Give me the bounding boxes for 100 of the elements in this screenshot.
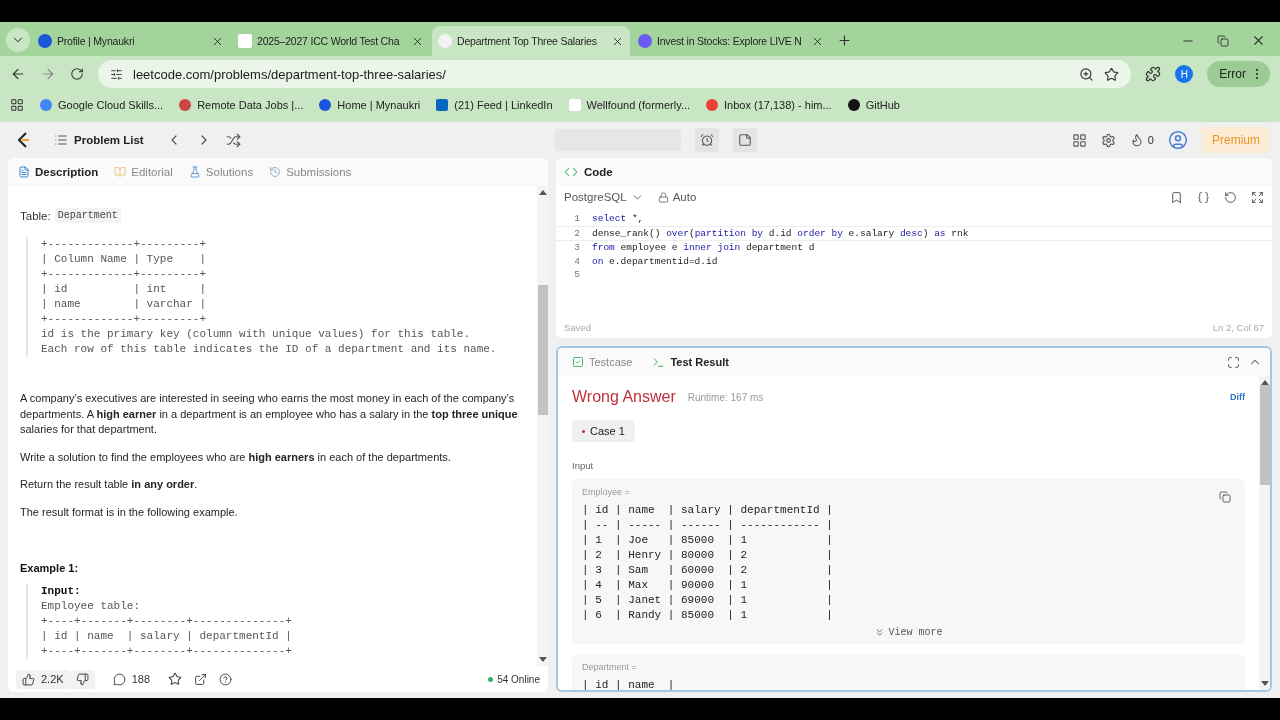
case-tab[interactable]: Case 1	[572, 420, 635, 442]
example-line: Employee table:	[41, 599, 142, 614]
alarm-clock-icon	[700, 133, 715, 147]
copy-icon[interactable]	[1219, 491, 1231, 503]
puzzle-icon[interactable]	[1145, 66, 1162, 82]
settings-icon[interactable]	[1100, 132, 1116, 148]
favicon-icon	[847, 99, 860, 111]
favicon-icon	[40, 99, 52, 111]
auto-mode-label[interactable]: Auto	[657, 191, 697, 203]
star-icon[interactable]	[168, 672, 182, 686]
history-icon	[269, 166, 282, 178]
bookmark-link[interactable]: Google Cloud Skills...	[40, 99, 164, 111]
view-more-button[interactable]: View more	[874, 623, 943, 638]
example-line: | id | name | salary | departmentId |	[41, 629, 293, 644]
bookmark-icon[interactable]	[1170, 190, 1183, 204]
browser-tab[interactable]: 2025–2027 ICC World Test Cha	[232, 26, 430, 56]
browser-tab[interactable]: Invest in Stocks: Explore LIVE N	[632, 26, 830, 56]
user-avatar-icon[interactable]	[1167, 130, 1188, 150]
flame-icon	[1129, 133, 1144, 147]
timer-button[interactable]	[695, 128, 720, 152]
comments-button[interactable]: 188	[106, 669, 156, 689]
document-icon	[18, 166, 30, 178]
layout-icon[interactable]	[1071, 132, 1087, 148]
bookmark-link[interactable]: GitHub	[847, 99, 900, 111]
panel-title: Code	[584, 166, 613, 178]
code-icon	[564, 165, 578, 179]
bookmark-link[interactable]: Home | Mynaukri	[319, 99, 421, 111]
favicon-icon	[638, 34, 652, 48]
schema-line: +-------------+---------+	[41, 237, 208, 252]
site-settings-icon[interactable]	[110, 67, 123, 81]
line-number: 3	[573, 241, 581, 255]
favicon-icon	[38, 34, 52, 48]
error-button[interactable]: Error	[1207, 61, 1270, 87]
scrollbar[interactable]	[537, 186, 548, 666]
favicon-icon	[706, 99, 719, 111]
fullscreen-icon[interactable]	[1227, 355, 1240, 369]
language-dropdown[interactable]: PostgreSQL	[564, 190, 644, 204]
bookmark-link[interactable]: (21) Feed | LinkedIn	[436, 99, 553, 111]
code-line: select *,	[592, 212, 644, 226]
favicon-icon	[436, 99, 449, 111]
expand-icon[interactable]	[1251, 190, 1264, 204]
reset-icon[interactable]	[1224, 190, 1237, 204]
panel-tab[interactable]: Solutions	[188, 166, 254, 178]
panel-tab[interactable]: Testcase	[566, 356, 639, 368]
close-icon[interactable]	[1251, 33, 1266, 48]
streak-counter[interactable]: 0	[1129, 133, 1154, 147]
favicon-icon	[568, 99, 581, 111]
braces-icon[interactable]	[1197, 190, 1210, 204]
variable-name: Employee =	[582, 487, 630, 497]
runtime-label: Runtime: 167 ms	[687, 391, 764, 403]
apps-grid-icon[interactable]	[10, 98, 24, 112]
table-line: | 4 | Max | 90000 | 1 |	[582, 578, 834, 593]
line-number: 1	[573, 212, 581, 226]
panel-tab[interactable]: Test Result	[646, 355, 735, 369]
like-button[interactable]: 2.2K	[16, 669, 70, 689]
problem-paragraph: The result format is in the following example.	[20, 504, 239, 520]
panel-tab[interactable]: Submissions	[269, 166, 352, 178]
restore-icon[interactable]	[1217, 34, 1229, 47]
help-icon[interactable]	[219, 672, 232, 686]
thumbs-up-icon	[22, 672, 35, 686]
terminal-icon	[652, 355, 666, 369]
line-number: 4	[573, 254, 581, 268]
problem-paragraph: Return the result table in any order.	[20, 477, 199, 492]
panel-tab[interactable]: Description	[18, 166, 99, 178]
example-line: +----+-------+--------+--------------+	[41, 644, 293, 659]
panel-tab[interactable]: Editorial	[114, 166, 173, 178]
code-line: from employee e inner join department d	[592, 241, 815, 255]
table-line: | -- | ----- | ------ | ------------ |	[582, 518, 834, 533]
share-icon[interactable]	[194, 672, 207, 686]
bookmark-link[interactable]: Remote Data Jobs |...	[179, 99, 304, 111]
reload-icon[interactable]	[70, 67, 84, 81]
notes-button[interactable]	[733, 128, 758, 152]
favicon-icon	[319, 99, 332, 111]
browser-tab[interactable]: Department Top Three Salaries	[432, 26, 630, 56]
browser-tab[interactable]: Profile | Mynaukri	[32, 26, 230, 56]
shuffle-icon[interactable]	[225, 132, 241, 148]
problem-list-button[interactable]: Problem List	[46, 133, 152, 147]
note-icon	[738, 133, 753, 147]
diff-button[interactable]: Diff	[1230, 392, 1245, 402]
bookmark-link[interactable]: Inbox (17,138) - him...	[706, 99, 832, 111]
problem-paragraph: A company’s executives are interested in seeing who earns the most money in each of the company’s departments. A high earner in a department is an employee who has a salary in the top three unique salaries for that department.	[20, 391, 519, 437]
schema-line: | id | int |	[41, 282, 208, 297]
schema-line: +-------------+---------+	[41, 267, 208, 282]
logo-icon[interactable]	[16, 131, 32, 149]
favicon-icon	[438, 34, 452, 48]
star-icon[interactable]	[1104, 66, 1120, 82]
lock-icon	[657, 191, 669, 203]
comment-icon	[112, 672, 126, 686]
zoom-icon[interactable]	[1079, 66, 1095, 82]
address-bar[interactable]: leetcode.com/problems/department-top-three-salaries/	[98, 60, 1132, 88]
list-icon	[54, 133, 68, 147]
save-status: Saved	[564, 321, 591, 333]
example-input-label: Input:	[41, 584, 82, 599]
online-count: 54 Online	[488, 673, 540, 685]
problem-paragraph: Write a solution to find the employees who are high earners in each of the departments.	[20, 449, 452, 465]
dislike-button[interactable]	[69, 669, 95, 689]
schema-line: Each row of this table indicates the ID of a department and its name.	[41, 342, 498, 357]
scrollbar[interactable]	[1259, 376, 1270, 690]
bookmark-link[interactable]: Wellfound (formerly...	[568, 99, 691, 111]
profile-avatar[interactable]: H	[1175, 65, 1194, 83]
